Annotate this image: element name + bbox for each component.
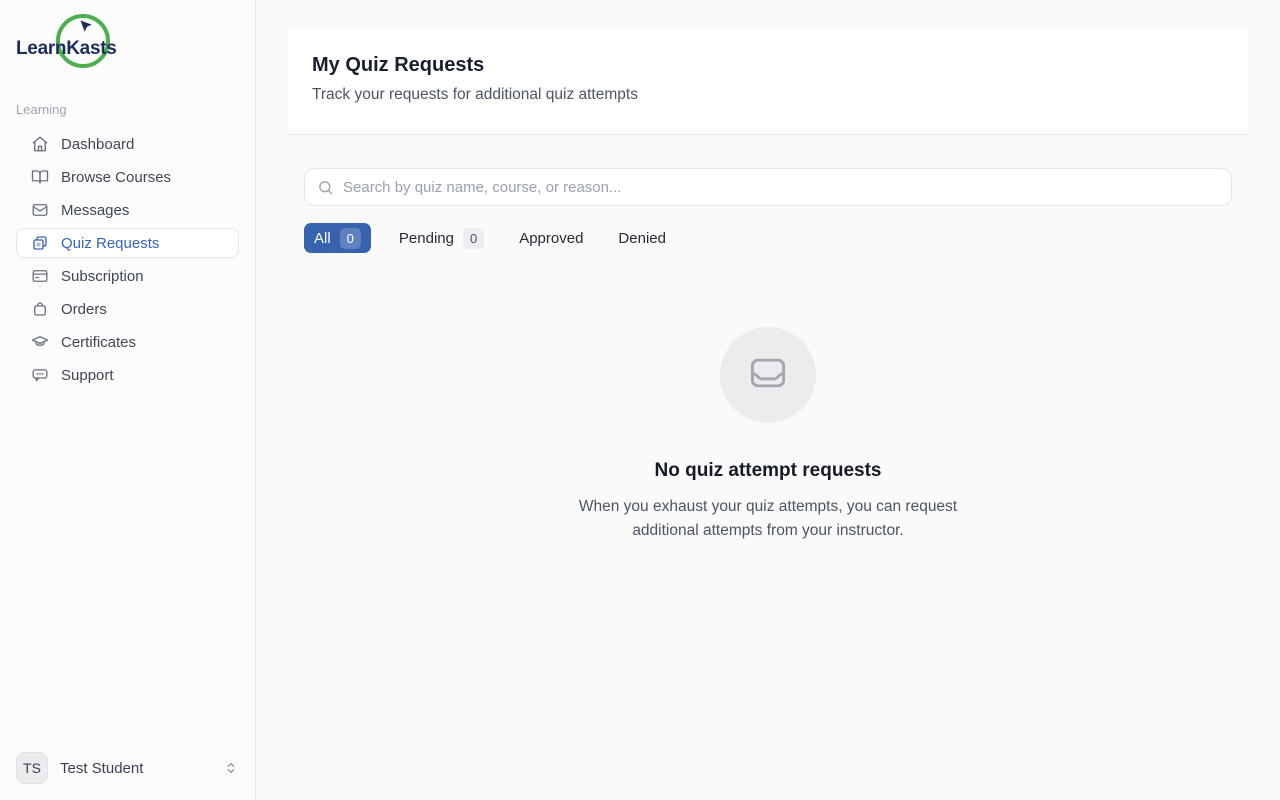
empty-state-icon-circle bbox=[720, 327, 816, 423]
sidebar-item-subscription[interactable]: Subscription bbox=[16, 261, 239, 291]
sidebar-item-certificates[interactable]: Certificates bbox=[16, 327, 239, 357]
home-icon bbox=[31, 135, 49, 153]
learnkasts-logo[interactable]: LearnKasts bbox=[16, 14, 136, 76]
sidebar-item-label: Messages bbox=[61, 202, 129, 219]
sidebar-item-label: Dashboard bbox=[61, 136, 134, 153]
chevrons-up-down-icon bbox=[223, 760, 239, 776]
sidebar-item-label: Certificates bbox=[61, 334, 136, 351]
filter-all[interactable]: All 0 bbox=[304, 223, 371, 253]
copy-pages-icon bbox=[31, 234, 49, 252]
logo-text-learn: Learn bbox=[16, 38, 66, 59]
sidebar-section-label: Learning bbox=[16, 102, 239, 117]
main-content: My Quiz Requests Track your requests for… bbox=[256, 0, 1280, 800]
user-menu[interactable]: TS Test Student bbox=[16, 752, 239, 784]
filter-label: Pending bbox=[399, 230, 454, 247]
sidebar-item-dashboard[interactable]: Dashboard bbox=[16, 129, 239, 159]
filter-all-count-badge: 0 bbox=[340, 228, 361, 249]
sidebar-item-support[interactable]: Support bbox=[16, 360, 239, 390]
filter-label: All bbox=[314, 230, 331, 247]
sidebar: LearnKasts Learning Dashboard Browse Cou… bbox=[0, 0, 256, 800]
logo-text-kasts: Kasts bbox=[66, 38, 116, 59]
sidebar-item-quiz-requests[interactable]: Quiz Requests bbox=[16, 228, 239, 258]
page-title: My Quiz Requests bbox=[312, 54, 1224, 77]
sidebar-item-browse-courses[interactable]: Browse Courses bbox=[16, 162, 239, 192]
filter-pending[interactable]: Pending 0 bbox=[392, 223, 491, 253]
filter-approved[interactable]: Approved bbox=[512, 223, 590, 253]
sidebar-item-orders[interactable]: Orders bbox=[16, 294, 239, 324]
filter-tabs: All 0 Pending 0 Approved Denied bbox=[304, 223, 1232, 253]
sidebar-item-label: Quiz Requests bbox=[61, 235, 159, 252]
search-icon bbox=[317, 179, 334, 196]
avatar: TS bbox=[16, 752, 48, 784]
book-open-icon bbox=[31, 168, 49, 186]
shopping-bag-icon bbox=[31, 300, 49, 318]
sidebar-item-label: Subscription bbox=[61, 268, 144, 285]
sidebar-item-label: Orders bbox=[61, 301, 107, 318]
inbox-icon bbox=[746, 351, 790, 400]
filter-pending-count-badge: 0 bbox=[463, 228, 484, 249]
mail-icon bbox=[31, 201, 49, 219]
graduation-cap-icon bbox=[31, 333, 49, 351]
empty-state: No quiz attempt requests When you exhaus… bbox=[304, 327, 1232, 543]
cursor-arrow-icon bbox=[79, 19, 94, 34]
empty-state-description: When you exhaust your quiz attempts, you… bbox=[553, 495, 983, 543]
filter-denied[interactable]: Denied bbox=[611, 223, 673, 253]
user-name: Test Student bbox=[60, 760, 143, 777]
filter-label: Denied bbox=[618, 230, 666, 247]
search-input[interactable] bbox=[343, 179, 1219, 196]
empty-state-title: No quiz attempt requests bbox=[304, 460, 1232, 482]
page-header-card: My Quiz Requests Track your requests for… bbox=[288, 30, 1248, 135]
sidebar-item-messages[interactable]: Messages bbox=[16, 195, 239, 225]
filter-label: Approved bbox=[519, 230, 583, 247]
credit-card-icon bbox=[31, 267, 49, 285]
page-subtitle: Track your requests for additional quiz … bbox=[312, 86, 1224, 104]
sidebar-item-label: Support bbox=[61, 367, 114, 384]
toolbar: All 0 Pending 0 Approved Denied bbox=[288, 168, 1248, 543]
chat-bubble-icon bbox=[31, 366, 49, 384]
sidebar-item-label: Browse Courses bbox=[61, 169, 171, 186]
search-box bbox=[304, 168, 1232, 206]
sidebar-nav: Dashboard Browse Courses Messages bbox=[16, 129, 239, 390]
logo-text: LearnKasts bbox=[16, 38, 117, 60]
